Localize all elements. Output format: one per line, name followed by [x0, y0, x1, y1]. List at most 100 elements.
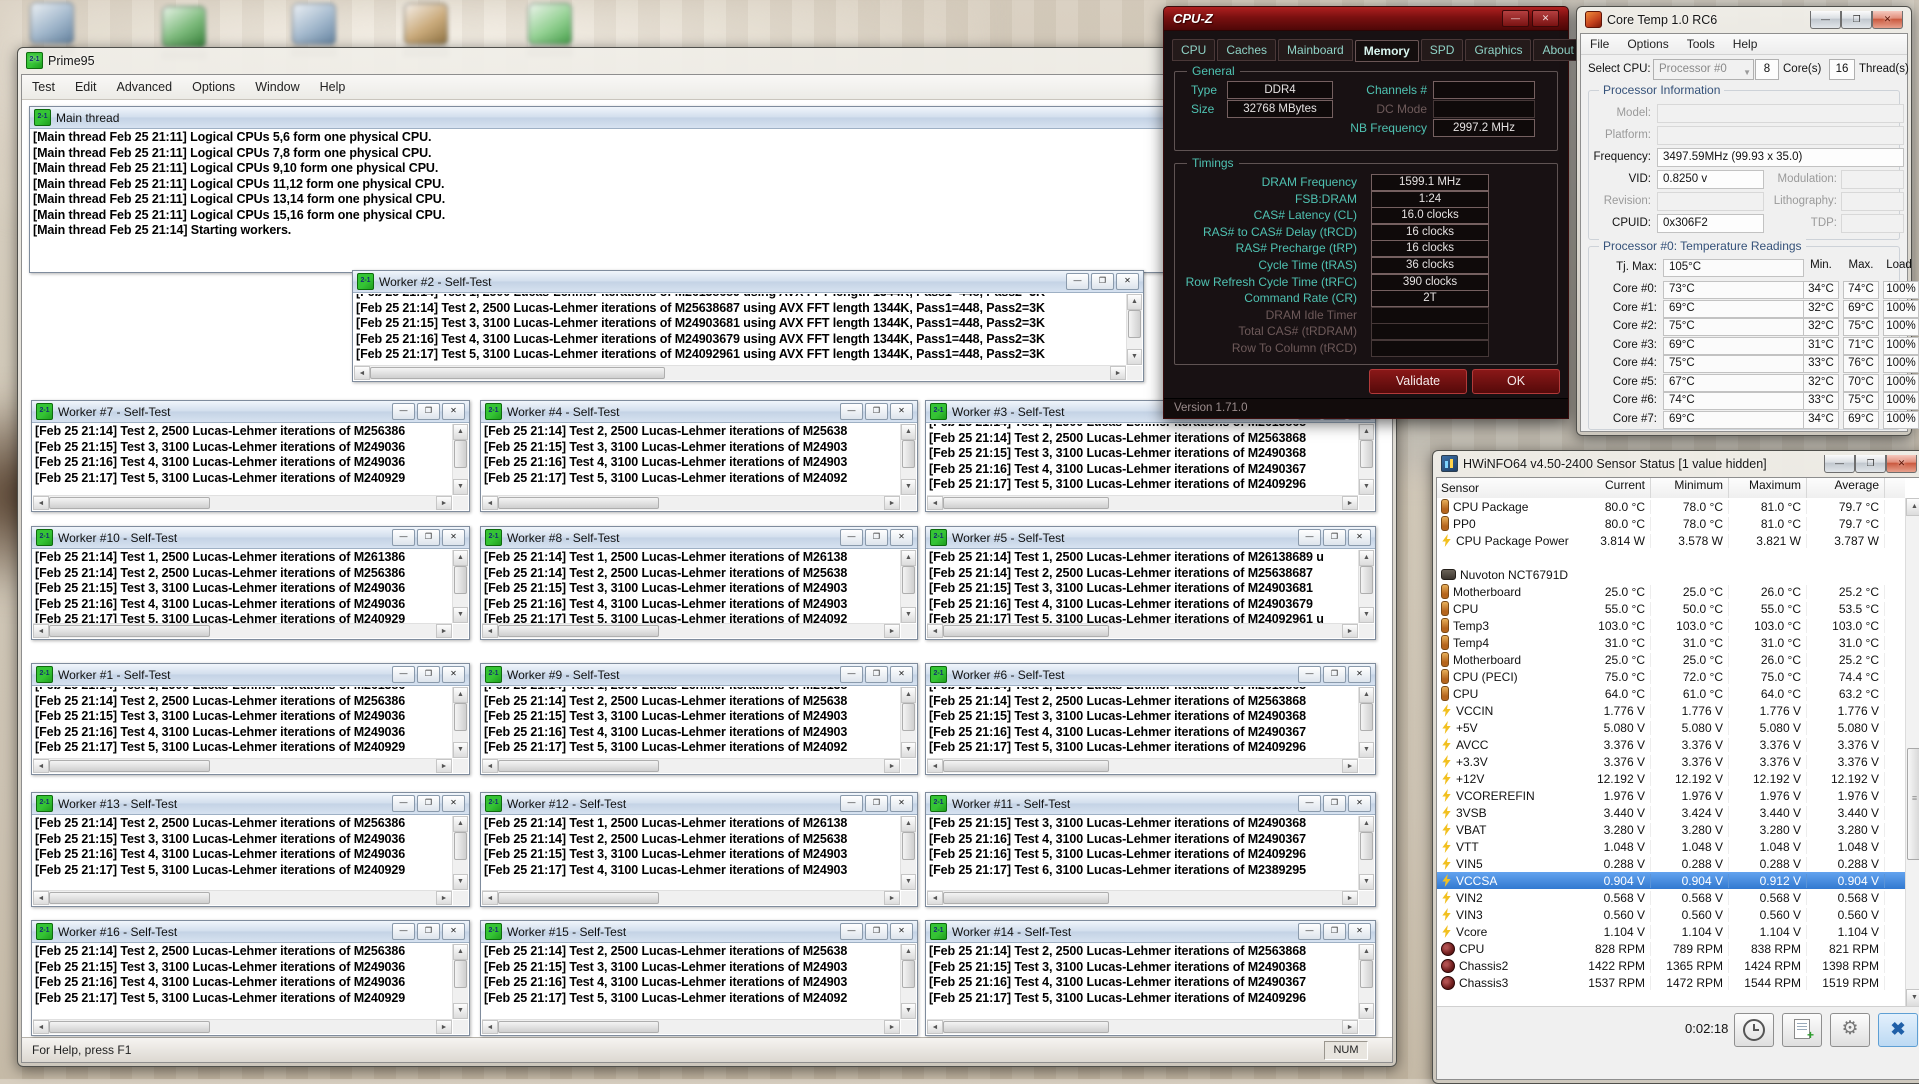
minimize-button[interactable] — [1824, 454, 1855, 473]
menu-test[interactable]: Test — [22, 75, 65, 99]
scroll-up-icon[interactable] — [1906, 498, 1919, 516]
restore-button[interactable] — [865, 529, 888, 546]
vertical-scrollbar[interactable] — [1126, 294, 1142, 365]
vertical-scrollbar[interactable] — [1905, 498, 1919, 1007]
scroll-up-icon[interactable] — [453, 687, 468, 703]
menu-tools[interactable]: Tools — [1678, 37, 1724, 51]
processor-select[interactable]: Processor #0 ▼ — [1653, 59, 1754, 80]
scroll-up-icon[interactable] — [453, 424, 468, 440]
vertical-scrollbar[interactable] — [1358, 816, 1374, 890]
scroll-down-icon[interactable] — [453, 742, 468, 758]
scrollbar-thumb[interactable] — [1360, 566, 1373, 594]
scroll-left-icon[interactable] — [482, 759, 498, 773]
sensor-row[interactable]: VTT 1.048 V 1.048 V 1.048 V 1.048 V — [1437, 838, 1905, 855]
scroll-left-icon[interactable] — [354, 366, 370, 380]
minimize-button[interactable] — [1298, 529, 1321, 546]
scroll-up-icon[interactable] — [1359, 816, 1374, 832]
tab-mainboard[interactable]: Mainboard — [1278, 39, 1353, 61]
restore-button[interactable] — [1323, 666, 1346, 683]
scrollbar-thumb[interactable] — [498, 497, 659, 509]
restore-button[interactable] — [417, 795, 440, 812]
scroll-down-icon[interactable] — [901, 742, 916, 758]
scroll-down-icon[interactable] — [1359, 479, 1374, 495]
worker-titlebar[interactable]: Worker #5 - Self-Test — [926, 527, 1375, 549]
scroll-left-icon[interactable] — [927, 891, 943, 905]
scrollbar-thumb[interactable] — [454, 960, 467, 988]
scrollbar-thumb[interactable] — [1907, 748, 1919, 860]
scrollbar-thumb[interactable] — [454, 566, 467, 594]
restore-button[interactable] — [1323, 923, 1346, 940]
tab-caches[interactable]: Caches — [1217, 39, 1277, 61]
scrollbar-thumb[interactable] — [49, 1021, 211, 1033]
horizontal-scrollbar[interactable] — [927, 623, 1358, 638]
sensor-row[interactable]: VIN3 0.560 V 0.560 V 0.560 V 0.560 V — [1437, 906, 1905, 923]
minimize-button[interactable] — [392, 403, 415, 420]
sensor-row[interactable]: CPU Package Power 3.814 W 3.578 W 3.821 W 3.… — [1437, 532, 1905, 549]
scroll-left-icon[interactable] — [33, 496, 49, 510]
scrollbar-thumb[interactable] — [902, 703, 915, 731]
scroll-down-icon[interactable] — [453, 479, 468, 495]
vertical-scrollbar[interactable] — [1358, 424, 1374, 495]
column-current[interactable]: Current — [1573, 478, 1651, 498]
vertical-scrollbar[interactable] — [452, 424, 468, 495]
horizontal-scrollbar[interactable] — [482, 758, 900, 773]
sensor-row[interactable]: PP0 80.0 °C 78.0 °C 81.0 °C 79.7 °C — [1437, 515, 1905, 532]
worker-titlebar[interactable]: Worker #1 - Self-Test — [32, 664, 469, 686]
sensor-row[interactable]: CPU (PECI) 75.0 °C 72.0 °C 75.0 °C 74.4 °C — [1437, 668, 1905, 685]
sensor-row[interactable]: Chassis3 1537 RPM 1472 RPM 1544 RPM 1519 RPM — [1437, 974, 1905, 991]
restore-button[interactable] — [1855, 454, 1886, 473]
scroll-right-icon[interactable] — [884, 624, 900, 638]
worker-titlebar[interactable]: Worker #11 - Self-Test — [926, 793, 1375, 815]
minimize-button[interactable] — [840, 666, 863, 683]
scrollbar-thumb[interactable] — [370, 367, 666, 379]
vertical-scrollbar[interactable] — [900, 550, 916, 623]
worker-titlebar[interactable]: Worker #7 - Self-Test — [32, 401, 469, 423]
scroll-down-icon[interactable] — [901, 607, 916, 623]
vertical-scrollbar[interactable] — [900, 424, 916, 495]
vertical-scrollbar[interactable] — [1358, 687, 1374, 758]
close-button[interactable] — [442, 923, 465, 940]
sensor-row[interactable]: VCCSA 0.904 V 0.904 V 0.912 V 0.904 V — [1437, 872, 1905, 889]
tab-spd[interactable]: SPD — [1420, 39, 1464, 61]
vertical-scrollbar[interactable] — [1358, 944, 1374, 1019]
vertical-scrollbar[interactable] — [452, 687, 468, 758]
scroll-right-icon[interactable] — [1342, 759, 1358, 773]
scroll-down-icon[interactable] — [901, 874, 916, 890]
sensor-row[interactable]: Motherboard 25.0 °C 25.0 °C 26.0 °C 25.2 °C — [1437, 583, 1905, 600]
sensor-row[interactable]: Temp3 103.0 °C 103.0 °C 103.0 °C 103.0 °C — [1437, 617, 1905, 634]
close-button[interactable] — [890, 403, 913, 420]
scrollbar-thumb[interactable] — [498, 892, 659, 904]
scroll-down-icon[interactable] — [1359, 874, 1374, 890]
horizontal-scrollbar[interactable] — [33, 758, 452, 773]
scroll-left-icon[interactable] — [33, 759, 49, 773]
scroll-right-icon[interactable] — [436, 496, 452, 510]
restore-button[interactable] — [1323, 529, 1346, 546]
sensor-row[interactable]: +3.3V 3.376 V 3.376 V 3.376 V 3.376 V — [1437, 753, 1905, 770]
scroll-right-icon[interactable] — [884, 759, 900, 773]
scrollbar-thumb[interactable] — [49, 760, 211, 772]
sensor-row[interactable]: VIN5 0.288 V 0.288 V 0.288 V 0.288 V — [1437, 855, 1905, 872]
scroll-up-icon[interactable] — [1127, 294, 1142, 310]
minimize-button[interactable] — [840, 403, 863, 420]
worker-titlebar[interactable]: Worker #13 - Self-Test — [32, 793, 469, 815]
close-button[interactable] — [442, 529, 465, 546]
scroll-up-icon[interactable] — [901, 816, 916, 832]
sensor-row[interactable]: VCCIN 1.776 V 1.776 V 1.776 V 1.776 V — [1437, 702, 1905, 719]
scrollbar-thumb[interactable] — [902, 960, 915, 988]
menu-help[interactable]: Help — [1724, 37, 1767, 51]
scroll-right-icon[interactable] — [1110, 366, 1126, 380]
sensor-row[interactable]: +5V 5.080 V 5.080 V 5.080 V 5.080 V — [1437, 719, 1905, 736]
close-button[interactable] — [890, 666, 913, 683]
close-button[interactable] — [1348, 529, 1371, 546]
scrollbar-thumb[interactable] — [943, 497, 1109, 509]
minimize-button[interactable] — [392, 529, 415, 546]
worker-titlebar[interactable]: Worker #14 - Self-Test — [926, 921, 1375, 943]
scroll-down-icon[interactable] — [453, 1003, 468, 1019]
close-button[interactable] — [442, 403, 465, 420]
close-button[interactable] — [890, 529, 913, 546]
scrollbar-thumb[interactable] — [49, 497, 211, 509]
minimize-button[interactable] — [1298, 666, 1321, 683]
minimize-button[interactable] — [392, 666, 415, 683]
worker-titlebar[interactable]: Worker #15 - Self-Test — [481, 921, 917, 943]
vertical-scrollbar[interactable] — [900, 944, 916, 1019]
